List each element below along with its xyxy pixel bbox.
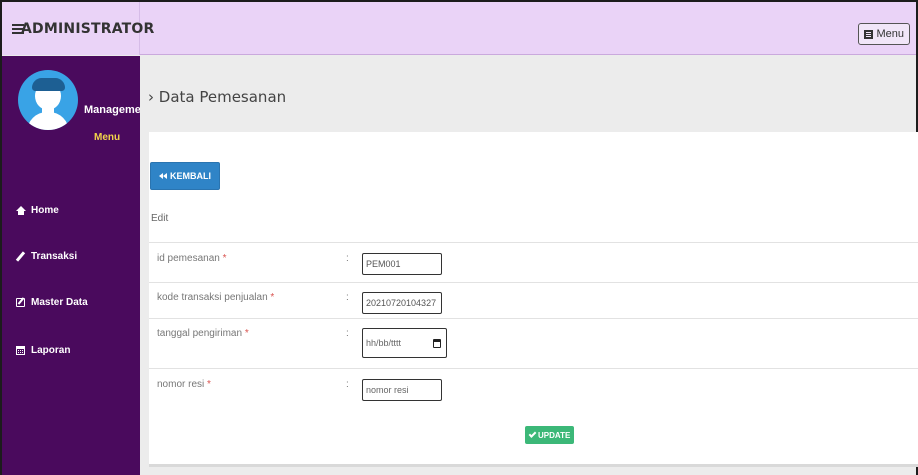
colon-separator: : — [346, 379, 349, 390]
form-row-nomor-resi: nomor resi * : nomor resi — [149, 368, 918, 408]
field-label: tanggal pengiriman * — [157, 328, 249, 339]
sidebar-item-label: Master Data — [31, 297, 88, 308]
colon-separator: : — [346, 253, 349, 264]
form-row-kode-transaksi: kode transaksi penjualan * : 20210720104… — [149, 282, 918, 318]
sidebar-item-label: Laporan — [31, 345, 71, 356]
back-button[interactable]: KEMBALI — [150, 162, 220, 190]
calendar-icon[interactable] — [433, 338, 441, 348]
pencil-icon — [16, 252, 25, 261]
back-button-label: KEMBALI — [170, 171, 211, 181]
double-chevron-left-icon — [159, 172, 168, 180]
top-header: ADMINISTRATOR Menu — [2, 2, 916, 55]
colon-separator: : — [346, 292, 349, 303]
field-label: id pemesanan * — [157, 253, 227, 264]
section-label: Edit — [151, 213, 169, 224]
kode-transaksi-input[interactable]: 20210720104327 — [362, 292, 442, 314]
edit-icon — [16, 298, 25, 307]
main-content: › Data Pemesanan KEMBALI Edit id pemesan… — [140, 56, 918, 475]
field-label: nomor resi * — [157, 379, 211, 390]
brand-title: ADMINISTRATOR — [21, 20, 155, 37]
check-icon — [528, 430, 537, 438]
home-icon — [16, 206, 26, 215]
avatar — [18, 70, 78, 130]
panel-subtitle: Menu — [94, 132, 121, 143]
update-button[interactable]: UPDATE — [525, 426, 575, 444]
update-button-label: UPDATE — [538, 430, 571, 440]
user-panel: Management Menu — [2, 56, 151, 174]
tanggal-pengiriman-input[interactable]: hh/bb/tttt — [362, 328, 447, 358]
field-label: kode transaksi penjualan * — [157, 292, 275, 303]
sidebar-item-home[interactable]: Home — [16, 205, 59, 216]
colon-separator: : — [346, 328, 349, 339]
input-placeholder: nomor resi — [366, 385, 409, 395]
sidebar-item-master-data[interactable]: Master Data — [16, 297, 88, 308]
date-placeholder: hh/bb/tttt — [366, 338, 402, 348]
sidebar: Management Menu Home Transaksi Master Da… — [2, 56, 151, 475]
menu-button-label: Menu — [876, 28, 904, 40]
page-title: › Data Pemesanan — [148, 88, 287, 106]
menu-icon — [864, 29, 874, 39]
nomor-resi-input[interactable]: nomor resi — [362, 379, 442, 401]
form-row-tanggal-pengiriman: tanggal pengiriman * : hh/bb/tttt — [149, 318, 918, 368]
sidebar-item-laporan[interactable]: Laporan — [16, 345, 70, 356]
calendar-icon — [16, 346, 25, 355]
id-pemesanan-input[interactable]: PEM001 — [362, 253, 442, 275]
form-box: KEMBALI Edit id pemesanan * : PEM001 kod… — [149, 132, 918, 467]
app-window: ADMINISTRATOR Menu Management Menu Home … — [0, 0, 918, 475]
sidebar-item-label: Transaksi — [31, 251, 78, 262]
sidebar-item-transaksi[interactable]: Transaksi — [16, 251, 77, 262]
form-row-id-pemesanan: id pemesanan * : PEM001 — [149, 242, 918, 282]
menu-button[interactable]: Menu — [858, 23, 910, 45]
sidebar-item-label: Home — [31, 205, 59, 216]
brand[interactable]: ADMINISTRATOR — [2, 2, 154, 55]
